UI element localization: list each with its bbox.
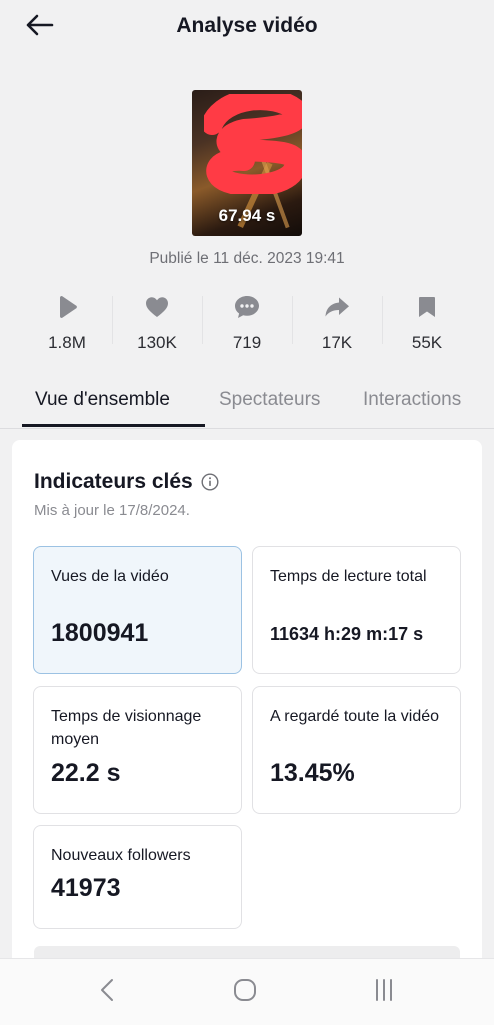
video-duration: 67.94 s [218, 206, 276, 225]
metric-label: Temps de lecture total [270, 568, 427, 585]
nav-home-button[interactable] [225, 977, 265, 1007]
header: Analyse vidéo [0, 0, 494, 58]
metric-label: A regardé toute la vidéo [270, 708, 440, 725]
metric-value: 11634 h:29 m:17 s [270, 624, 424, 644]
stat-likes: 130K [112, 290, 202, 360]
engagement-stats: 1.8M 130K 719 17K 55K [22, 290, 472, 360]
nav-back-button[interactable] [87, 977, 127, 1007]
stat-value: 55K [411, 333, 443, 352]
redaction-scribble [204, 94, 302, 194]
home-circle-icon [233, 978, 257, 1007]
metric-value: 1800941 [51, 619, 149, 647]
metric-value: 22.2 s [51, 759, 121, 787]
stat-value: 130K [137, 333, 177, 352]
tab-viewers[interactable]: Spectateurs [219, 389, 320, 411]
stat-views: 1.8M [22, 290, 112, 360]
tab-overview[interactable]: Vue d'ensemble [35, 389, 170, 411]
video-thumbnail[interactable]: 67.94 s [192, 90, 302, 236]
metric-card-new-followers[interactable]: Nouveaux followers 41973 [33, 825, 242, 929]
metric-card-watched-full-video[interactable]: A regardé toute la vidéo 13.45% [252, 686, 461, 814]
comment-icon [234, 290, 260, 324]
section-title: Indicateurs clés [34, 470, 219, 494]
stat-value: 17K [321, 333, 353, 352]
recent-apps-icon [372, 978, 396, 1007]
stat-value: 1.8M [48, 333, 86, 352]
tab-interactions[interactable]: Interactions [363, 389, 461, 411]
info-icon[interactable] [201, 473, 219, 491]
key-metrics-panel: Indicateurs clés Mis à jour le 17/8/2024… [12, 440, 482, 1024]
stat-saves: 55K [382, 290, 472, 360]
metric-label: Vues de la vidéo [51, 568, 169, 585]
chevron-left-icon [100, 978, 114, 1007]
publish-date: Publié le 11 déc. 2023 19:41 [149, 250, 345, 267]
active-tab-indicator [22, 424, 205, 427]
metric-value: 41973 [51, 874, 121, 902]
stat-shares: 17K [292, 290, 382, 360]
metric-card-video-views[interactable]: Vues de la vidéo 1800941 [33, 546, 242, 674]
bookmark-icon [418, 290, 436, 324]
system-navigation-bar [0, 958, 494, 1025]
heart-icon [145, 290, 169, 324]
stat-comments: 719 [202, 290, 292, 360]
stat-value: 719 [232, 333, 262, 352]
section-title-text: Indicateurs clés [34, 470, 193, 493]
share-icon [324, 290, 350, 324]
metric-card-average-watch-time[interactable]: Temps de visionnage moyen 22.2 s [33, 686, 242, 814]
updated-date: Mis à jour le 17/8/2024. [34, 502, 190, 519]
page-title: Analyse vidéo [176, 14, 318, 37]
metric-card-total-playtime[interactable]: Temps de lecture total 11634 h:29 m:17 s [252, 546, 461, 674]
metric-value: 13.45% [270, 759, 355, 787]
tab-bar: Vue d'ensemble Spectateurs Interactions [0, 380, 494, 429]
metric-label: Nouveaux followers [51, 847, 191, 864]
metric-label: Temps de visionnage moyen [51, 708, 202, 748]
nav-recent-apps-button[interactable] [364, 977, 404, 1007]
play-icon [56, 290, 78, 324]
